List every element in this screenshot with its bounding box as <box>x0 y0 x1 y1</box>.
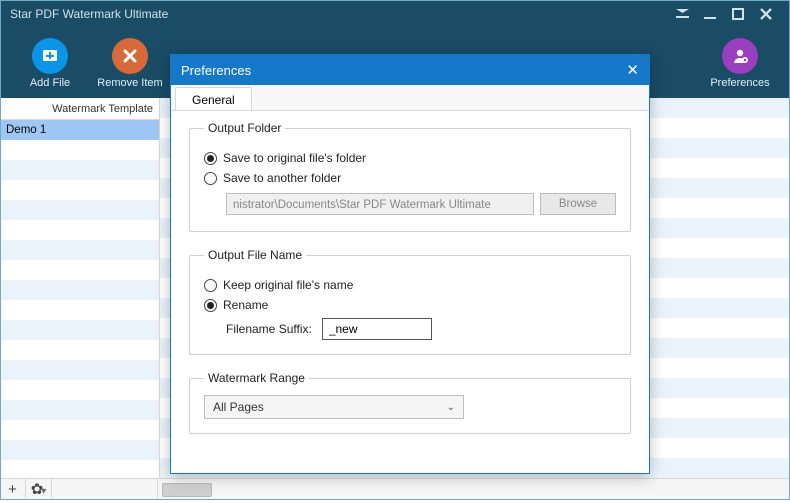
suffix-label: Filename Suffix: <box>226 322 312 336</box>
preferences-button[interactable]: Preferences <box>700 38 780 89</box>
watermark-range-group: Watermark Range All Pages ⌄ <box>189 371 631 434</box>
suffix-input[interactable] <box>322 318 432 340</box>
template-header: Watermark Template <box>0 98 159 120</box>
horizontal-scrollbar[interactable] <box>162 483 786 497</box>
opt-rename-label: Rename <box>223 298 268 312</box>
opt-save-other[interactable]: Save to another folder <box>204 171 616 185</box>
add-file-button[interactable]: Add File <box>10 38 90 89</box>
maximize-button[interactable] <box>724 8 752 20</box>
close-window-button[interactable] <box>752 8 780 20</box>
add-file-label: Add File <box>30 77 70 89</box>
tab-general-label: General <box>192 93 235 107</box>
bottom-bar: + ✿▾ <box>0 478 790 500</box>
radio-icon <box>204 172 217 185</box>
opt-save-original-label: Save to original file's folder <box>223 151 366 165</box>
template-row[interactable]: Demo 1 <box>0 120 159 140</box>
template-settings-button[interactable]: ✿▾ <box>26 479 52 500</box>
preferences-dialog: Preferences ✕ General Output Folder Save… <box>170 54 650 474</box>
title-bar: Star PDF Watermark Ultimate <box>0 0 790 28</box>
app-title: Star PDF Watermark Ultimate <box>10 7 168 21</box>
template-list[interactable]: Demo 1 <box>0 120 159 478</box>
menu-icon[interactable] <box>668 9 696 19</box>
template-row-label: Demo 1 <box>6 124 46 136</box>
remove-icon <box>121 47 139 65</box>
radio-icon <box>204 299 217 312</box>
remove-item-label: Remove Item <box>97 77 162 89</box>
scroll-thumb[interactable] <box>162 483 212 497</box>
opt-rename[interactable]: Rename <box>204 298 616 312</box>
dialog-tabs: General <box>171 85 649 111</box>
output-path-field: nistrator\Documents\Star PDF Watermark U… <box>226 193 534 215</box>
dialog-close-button[interactable]: ✕ <box>626 61 639 79</box>
opt-save-original[interactable]: Save to original file's folder <box>204 151 616 165</box>
range-value: All Pages <box>213 400 264 414</box>
output-folder-group: Output Folder Save to original file's fo… <box>189 121 631 232</box>
radio-icon <box>204 279 217 292</box>
watermark-range-legend: Watermark Range <box>204 371 309 385</box>
range-select[interactable]: All Pages ⌄ <box>204 395 464 419</box>
output-filename-group: Output File Name Keep original file's na… <box>189 248 631 355</box>
output-filename-legend: Output File Name <box>204 248 306 262</box>
radio-icon <box>204 152 217 165</box>
template-panel: Watermark Template Demo 1 <box>0 98 160 478</box>
opt-save-other-label: Save to another folder <box>223 171 341 185</box>
preferences-label: Preferences <box>710 77 769 89</box>
minimize-button[interactable] <box>696 8 724 20</box>
output-folder-legend: Output Folder <box>204 121 285 135</box>
dialog-titlebar: Preferences ✕ <box>171 55 649 85</box>
chevron-down-icon: ⌄ <box>447 402 455 413</box>
browse-button: Browse <box>540 193 616 215</box>
add-file-icon <box>40 46 60 66</box>
preferences-icon <box>730 46 750 66</box>
opt-keep-name-label: Keep original file's name <box>223 278 353 292</box>
tab-general[interactable]: General <box>175 87 252 110</box>
opt-keep-name[interactable]: Keep original file's name <box>204 278 616 292</box>
remove-item-button[interactable]: Remove Item <box>90 38 170 89</box>
dialog-title: Preferences <box>181 63 251 78</box>
add-template-button[interactable]: + <box>0 479 26 500</box>
